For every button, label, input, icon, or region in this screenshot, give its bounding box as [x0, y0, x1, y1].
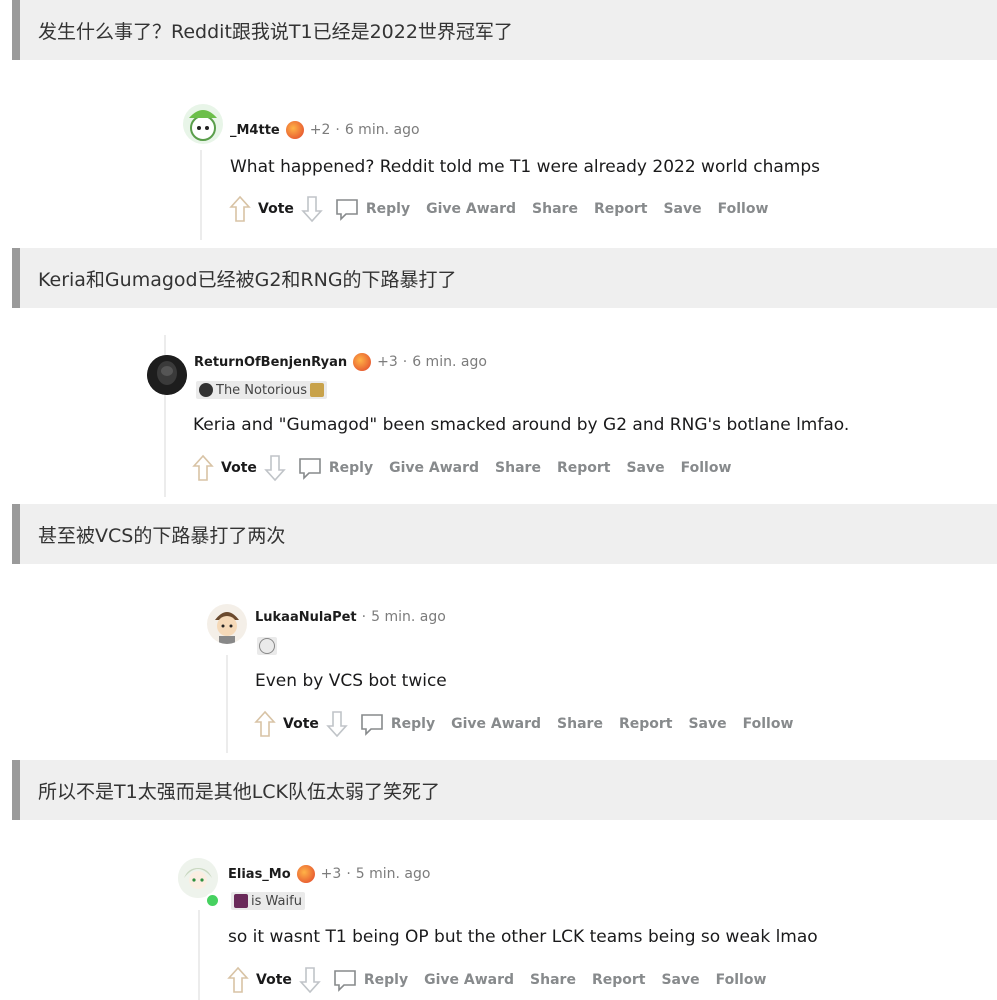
translation-banner-3: 甚至被VCS的下路暴打了两次: [12, 504, 997, 564]
online-status-icon: [205, 893, 220, 908]
upvote-icon[interactable]: [228, 194, 252, 224]
avatar[interactable]: [178, 858, 220, 908]
separator-dot: ·: [402, 354, 408, 370]
score: +3: [320, 866, 342, 882]
score: +3: [377, 354, 398, 370]
banner-text: 所以不是T1太强而是其他LCK队伍太弱了笑死了: [38, 780, 441, 803]
username[interactable]: LukaaNulaPet: [255, 610, 357, 625]
timestamp[interactable]: 6 min. ago: [345, 122, 420, 138]
give-award-button[interactable]: Give Award: [424, 972, 514, 988]
share-button[interactable]: Share: [557, 716, 603, 732]
team-logo-icon: [309, 383, 324, 397]
timestamp[interactable]: 6 min. ago: [412, 354, 487, 370]
username[interactable]: _M4tte: [230, 123, 280, 138]
comment-actions: Vote Reply Give Award Share Report Save …: [191, 453, 747, 483]
username[interactable]: ReturnOfBenjenRyan: [194, 355, 347, 370]
comment-body: so it wasnt T1 being OP but the other LC…: [228, 927, 818, 947]
vote-label: Vote: [258, 201, 294, 217]
avatar[interactable]: [147, 355, 187, 395]
separator-dot: ·: [335, 122, 340, 138]
follow-button[interactable]: Follow: [718, 201, 769, 217]
vote-label: Vote: [283, 716, 319, 732]
reply-button[interactable]: Reply: [332, 967, 408, 993]
flair-text: is Waifu: [251, 893, 302, 909]
share-button[interactable]: Share: [530, 972, 576, 988]
give-award-button[interactable]: Give Award: [451, 716, 541, 732]
reply-button[interactable]: Reply: [334, 196, 410, 222]
flair-icon: [259, 638, 275, 654]
award-icon: [353, 353, 372, 371]
share-button[interactable]: Share: [495, 460, 541, 476]
comment-meta: Elias_Mo +3 · 5 min. ago: [228, 865, 430, 883]
save-button[interactable]: Save: [688, 716, 726, 732]
user-flair: is Waifu: [231, 892, 305, 910]
award-icon: [285, 121, 304, 139]
upvote-icon[interactable]: [191, 453, 215, 483]
translation-banner-1: 发生什么事了？Reddit跟我说T1已经是2022世界冠军了: [12, 0, 997, 60]
separator-dot: ·: [346, 866, 351, 882]
reply-icon: [334, 970, 356, 992]
comment-meta: LukaaNulaPet · 5 min. ago: [255, 609, 446, 625]
thread-line[interactable]: [198, 910, 200, 1000]
report-button[interactable]: Report: [592, 972, 646, 988]
vote-label: Vote: [256, 972, 292, 988]
give-award-button[interactable]: Give Award: [426, 201, 516, 217]
flair-icon: [199, 383, 213, 397]
separator-dot: ·: [361, 609, 367, 625]
flair-icon: [234, 894, 248, 908]
give-award-button[interactable]: Give Award: [389, 460, 479, 476]
score: +2: [309, 122, 331, 138]
downvote-icon[interactable]: [263, 453, 287, 483]
translation-banner-2: Keria和Gumagod已经被G2和RNG的下路暴打了: [12, 248, 997, 308]
comment-body: Even by VCS bot twice: [255, 671, 447, 691]
upvote-icon[interactable]: [253, 709, 277, 739]
award-icon: [296, 865, 315, 883]
user-flair: [257, 637, 277, 655]
reply-button[interactable]: Reply: [297, 455, 373, 481]
save-button[interactable]: Save: [661, 972, 699, 988]
reply-icon: [336, 199, 358, 221]
user-flair: The Notorious: [196, 381, 327, 399]
thread-line[interactable]: [200, 150, 202, 240]
flair-text: The Notorious: [216, 382, 307, 398]
reply-button[interactable]: Reply: [359, 711, 435, 737]
follow-button[interactable]: Follow: [716, 972, 767, 988]
banner-text: Keria和Gumagod已经被G2和RNG的下路暴打了: [38, 268, 457, 291]
reply-icon: [361, 714, 383, 736]
reply-label: Reply: [390, 716, 436, 732]
reply-label: Reply: [363, 972, 409, 988]
follow-button[interactable]: Follow: [743, 716, 794, 732]
reply-label: Reply: [365, 201, 411, 217]
follow-button[interactable]: Follow: [681, 460, 732, 476]
avatar[interactable]: [183, 104, 223, 144]
comment-meta: ReturnOfBenjenRyan +3 · 6 min. ago: [194, 353, 487, 371]
report-button[interactable]: Report: [594, 201, 648, 217]
share-button[interactable]: Share: [532, 201, 578, 217]
translation-banner-4: 所以不是T1太强而是其他LCK队伍太弱了笑死了: [12, 760, 997, 820]
avatar[interactable]: [207, 604, 247, 644]
banner-text: 甚至被VCS的下路暴打了两次: [38, 524, 286, 547]
comment-actions: Vote Reply Give Award Share Report Save …: [253, 709, 809, 739]
save-button[interactable]: Save: [626, 460, 664, 476]
thread-line[interactable]: [226, 655, 228, 753]
report-button[interactable]: Report: [557, 460, 611, 476]
report-button[interactable]: Report: [619, 716, 673, 732]
comment-actions: Vote Reply Give Award Share Report Save …: [226, 965, 782, 995]
save-button[interactable]: Save: [663, 201, 701, 217]
timestamp[interactable]: 5 min. ago: [356, 866, 431, 882]
comment-actions: Vote Reply Give Award Share Report Save …: [228, 194, 784, 224]
banner-text: 发生什么事了？Reddit跟我说T1已经是2022世界冠军了: [38, 20, 513, 43]
vote-label: Vote: [221, 460, 257, 476]
reply-label: Reply: [328, 460, 374, 476]
downvote-icon[interactable]: [298, 965, 322, 995]
comment-meta: _M4tte +2 · 6 min. ago: [230, 121, 420, 139]
downvote-icon[interactable]: [325, 709, 349, 739]
downvote-icon[interactable]: [300, 194, 324, 224]
username[interactable]: Elias_Mo: [228, 867, 291, 882]
upvote-icon[interactable]: [226, 965, 250, 995]
timestamp[interactable]: 5 min. ago: [371, 609, 446, 625]
comment-body: What happened? Reddit told me T1 were al…: [230, 157, 821, 177]
reply-icon: [299, 458, 321, 480]
comment-body: Keria and "Gumagod" been smacked around …: [193, 415, 850, 435]
